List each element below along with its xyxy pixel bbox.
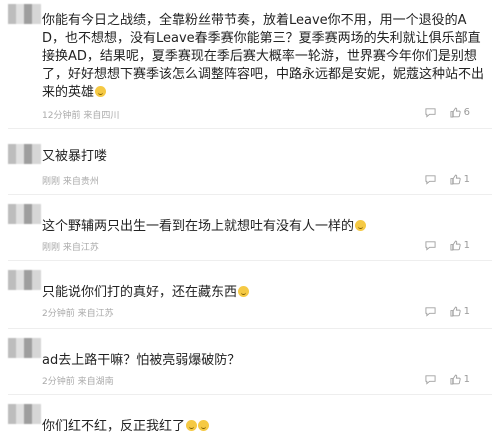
- comment-text: 这个野辅两只出生一看到在场上就想吐有没有人一样的: [42, 218, 486, 236]
- comment-location: 来自湖南: [77, 377, 114, 387]
- avatar[interactable]: [8, 144, 41, 164]
- comment-meta: 12分钟前 来自四川: [42, 108, 119, 121]
- like-count: 1: [463, 306, 470, 317]
- reply-button[interactable]: [425, 174, 436, 185]
- comment-meta: 刚刚 来自贵州: [42, 174, 99, 187]
- thumbs-up-icon: [450, 107, 461, 118]
- reply-icon: [425, 175, 436, 185]
- comment-location: 来自江苏: [77, 309, 114, 319]
- like-count: 6: [463, 107, 470, 118]
- comment-text: ad去上路干嘛？怕被亮弱爆破防？: [42, 353, 241, 368]
- comment-actions: 1: [425, 174, 470, 185]
- comment-item: ad去上路干嘛？怕被亮弱爆破防？ 2分钟前 来自湖南 1: [0, 332, 500, 394]
- divider: [8, 194, 492, 195]
- like-button[interactable]: 1: [450, 174, 470, 185]
- like-count: 1: [463, 240, 470, 251]
- smile-emoji-icon: [95, 86, 107, 97]
- comment-time: 12分钟前: [42, 111, 81, 121]
- comment-text: 又被暴打喽: [42, 149, 108, 164]
- avatar[interactable]: [8, 338, 41, 358]
- thumbs-up-icon: [450, 174, 461, 185]
- like-count: 1: [463, 374, 470, 385]
- thumbs-up-icon: [450, 374, 461, 385]
- comment-actions: 1: [425, 240, 470, 251]
- smile-emoji-icon: [355, 220, 367, 231]
- comment-time: 刚刚: [42, 177, 61, 187]
- reply-icon: [425, 108, 436, 118]
- comment-item: 你能有今日之战绩，全靠粉丝带节奏，放着Leave你不用，用一个退役的AD，也不想…: [0, 0, 500, 125]
- comment-item: 只能说你们打的真好，还在藏东西 2分钟前 来自江苏 1: [0, 264, 500, 328]
- reply-icon: [425, 375, 436, 385]
- like-count: 1: [463, 174, 470, 185]
- comment-item: 这个野辅两只出生一看到在场上就想吐有没有人一样的 刚刚 来自江苏 1: [0, 198, 500, 260]
- comment-actions: 6: [425, 107, 470, 118]
- avatar[interactable]: [8, 4, 41, 24]
- comment-location: 来自江苏: [62, 243, 99, 253]
- comment-meta: 刚刚 来自江苏: [42, 240, 99, 253]
- avatar[interactable]: [8, 204, 41, 224]
- divider: [8, 128, 492, 129]
- reply-button[interactable]: [425, 306, 436, 317]
- comment-text: 只能说你们打的真好，还在藏东西: [42, 284, 486, 302]
- like-button[interactable]: 1: [450, 240, 470, 251]
- comment-time: 2分钟前: [42, 377, 75, 387]
- comment-meta: 2分钟前 来自湖南: [42, 374, 114, 387]
- thumbs-up-icon: [450, 240, 461, 251]
- divider: [8, 260, 492, 261]
- comment-text: 你能有今日之战绩，全靠粉丝带节奏，放着Leave你不用，用一个退役的AD，也不想…: [42, 13, 485, 100]
- comment-actions: 1: [425, 374, 470, 385]
- comment-location: 来自四川: [83, 111, 120, 121]
- comment-text: 你们红不红，反正我红了: [42, 418, 486, 436]
- reply-button[interactable]: [425, 374, 436, 385]
- like-button[interactable]: 6: [450, 107, 470, 118]
- divider: [8, 328, 492, 329]
- comment-meta: 2分钟前 来自江苏: [42, 306, 114, 319]
- reply-icon: [425, 241, 436, 251]
- comment-item: 你们红不红，反正我红了: [0, 398, 500, 440]
- like-button[interactable]: 1: [450, 306, 470, 317]
- smile-emoji-icon: [198, 420, 210, 431]
- like-button[interactable]: 1: [450, 374, 470, 385]
- comment-time: 2分钟前: [42, 309, 75, 319]
- avatar[interactable]: [8, 270, 41, 290]
- smile-emoji-icon: [238, 286, 250, 297]
- comment-location: 来自贵州: [62, 177, 99, 187]
- thumbs-up-icon: [450, 306, 461, 317]
- reply-button[interactable]: [425, 240, 436, 251]
- comment-time: 刚刚: [42, 243, 61, 253]
- comment-item: 又被暴打喽 刚刚 来自贵州 1: [0, 134, 500, 194]
- smile-emoji-icon: [186, 420, 198, 431]
- reply-icon: [425, 307, 436, 317]
- reply-button[interactable]: [425, 107, 436, 118]
- divider: [8, 394, 492, 395]
- comment-actions: 1: [425, 306, 470, 317]
- avatar[interactable]: [8, 404, 41, 424]
